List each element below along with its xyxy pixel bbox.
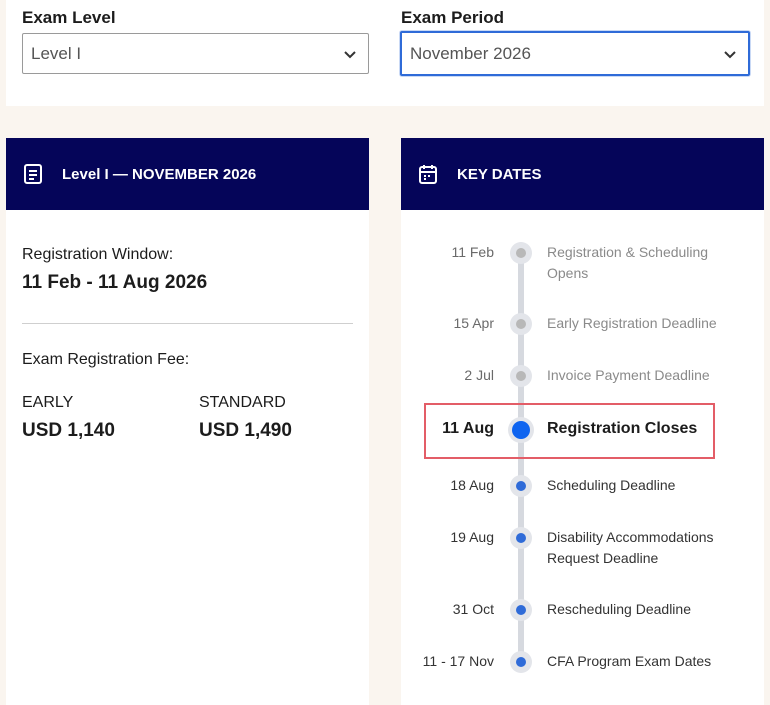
exam-period-label: Exam Period [401,8,504,27]
fee-standard-name: STANDARD [199,394,286,411]
timeline-dot-upcoming [510,475,532,497]
summary-card-title: Level I — NOVEMBER 2026 [62,165,257,183]
timeline-dot-upcoming [510,599,532,621]
summary-card-header: Level I — NOVEMBER 2026 [6,138,369,210]
chevron-down-icon [344,50,356,58]
exam-period-value: November 2026 [410,43,531,63]
timeline-text: Scheduling Deadline [547,477,676,493]
timeline-date: 15 Apr [453,315,494,331]
calendar-icon [417,163,439,185]
timeline-dot-upcoming [510,651,532,673]
divider [22,323,353,324]
timeline-date: 18 Aug [450,477,494,493]
timeline-dot-past [510,313,532,335]
fee-early-amount: USD 1,140 [22,420,115,441]
timeline-text: Disability Accommodations Request Deadli… [547,529,714,566]
timeline-text: Invoice Payment Deadline [547,367,710,383]
registration-window-value: 11 Feb - 11 Aug 2026 [22,272,208,293]
timeline-date: 19 Aug [450,529,494,545]
timeline-date: 11 Aug [442,420,494,437]
timeline-text: Registration & Scheduling Opens [547,244,709,281]
key-dates-title: KEY DATES [457,165,542,183]
timeline-text: Rescheduling Deadline [547,601,691,617]
fee-early-name: EARLY [22,394,74,411]
timeline-date: 2 Jul [464,367,494,383]
timeline-dot-past [510,365,532,387]
timeline-text: CFA Program Exam Dates [547,653,712,669]
timeline-dot-past [510,242,532,264]
exam-period-select[interactable]: November 2026 [400,31,750,76]
timeline-date: 11 Feb [451,244,494,260]
timeline-dot-upcoming [510,527,532,549]
exam-level-value: Level I [31,43,82,63]
timeline-date: 11 - 17 Nov [422,653,494,669]
fee-label: Exam Registration Fee: [22,351,190,368]
registration-window-label: Registration Window: [22,246,174,263]
summary-card: Level I — NOVEMBER 2026 Registration Win… [6,138,369,705]
chevron-down-icon [724,50,736,58]
fee-standard-amount: USD 1,490 [199,420,292,441]
timeline-dot-current [508,417,534,443]
document-icon [22,163,44,185]
key-dates-header: KEY DATES [401,138,764,210]
timeline-text: Early Registration Deadline [547,315,717,331]
filter-panel: Exam Level Level I Exam Period November … [6,0,764,106]
exam-level-select[interactable]: Level I [22,33,369,74]
key-dates-card: KEY DATES 11 Feb Registration & Scheduli… [401,138,764,705]
timeline-date: 31 Oct [452,601,494,617]
timeline-text: Registration Closes [547,420,698,437]
exam-level-label: Exam Level [22,8,116,27]
